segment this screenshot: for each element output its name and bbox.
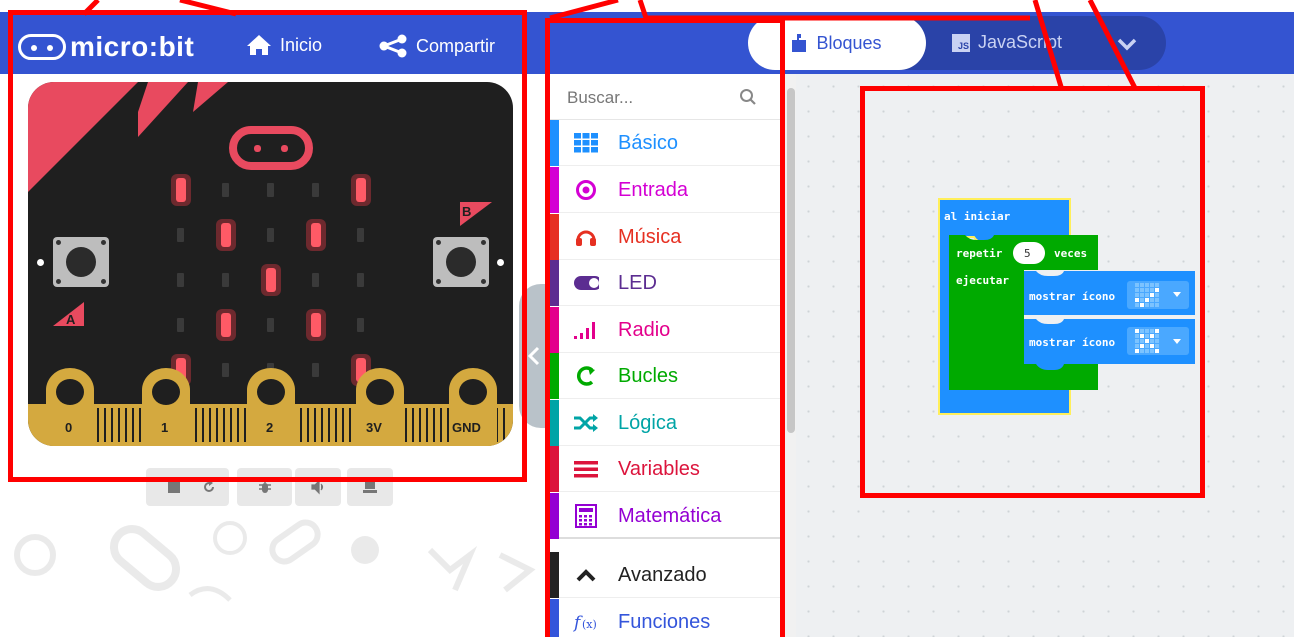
tab-blocks-label: Bloques — [816, 32, 882, 53]
chevron-down-icon[interactable] — [1116, 33, 1138, 55]
js-icon: JS — [952, 33, 970, 52]
annotation-box-simulator — [8, 10, 527, 482]
toolbox-scrollbar-thumb[interactable] — [787, 88, 795, 433]
puzzle-piece-icon — [792, 34, 807, 52]
tab-javascript[interactable]: JS JavaScript — [952, 32, 1062, 53]
background-decoration — [14, 519, 536, 602]
stop-icon — [167, 481, 180, 493]
annotation-box-workspace — [860, 86, 1205, 498]
editor-tabs: Bloques JS JavaScript — [748, 16, 1166, 70]
tab-javascript-label: JavaScript — [978, 32, 1063, 52]
annotation-box-toolbox — [545, 18, 785, 637]
makecode-editor: micro:bit Inicio Compartir Bloques JS Ja… — [0, 0, 1294, 637]
chevron-left-icon — [527, 346, 540, 366]
